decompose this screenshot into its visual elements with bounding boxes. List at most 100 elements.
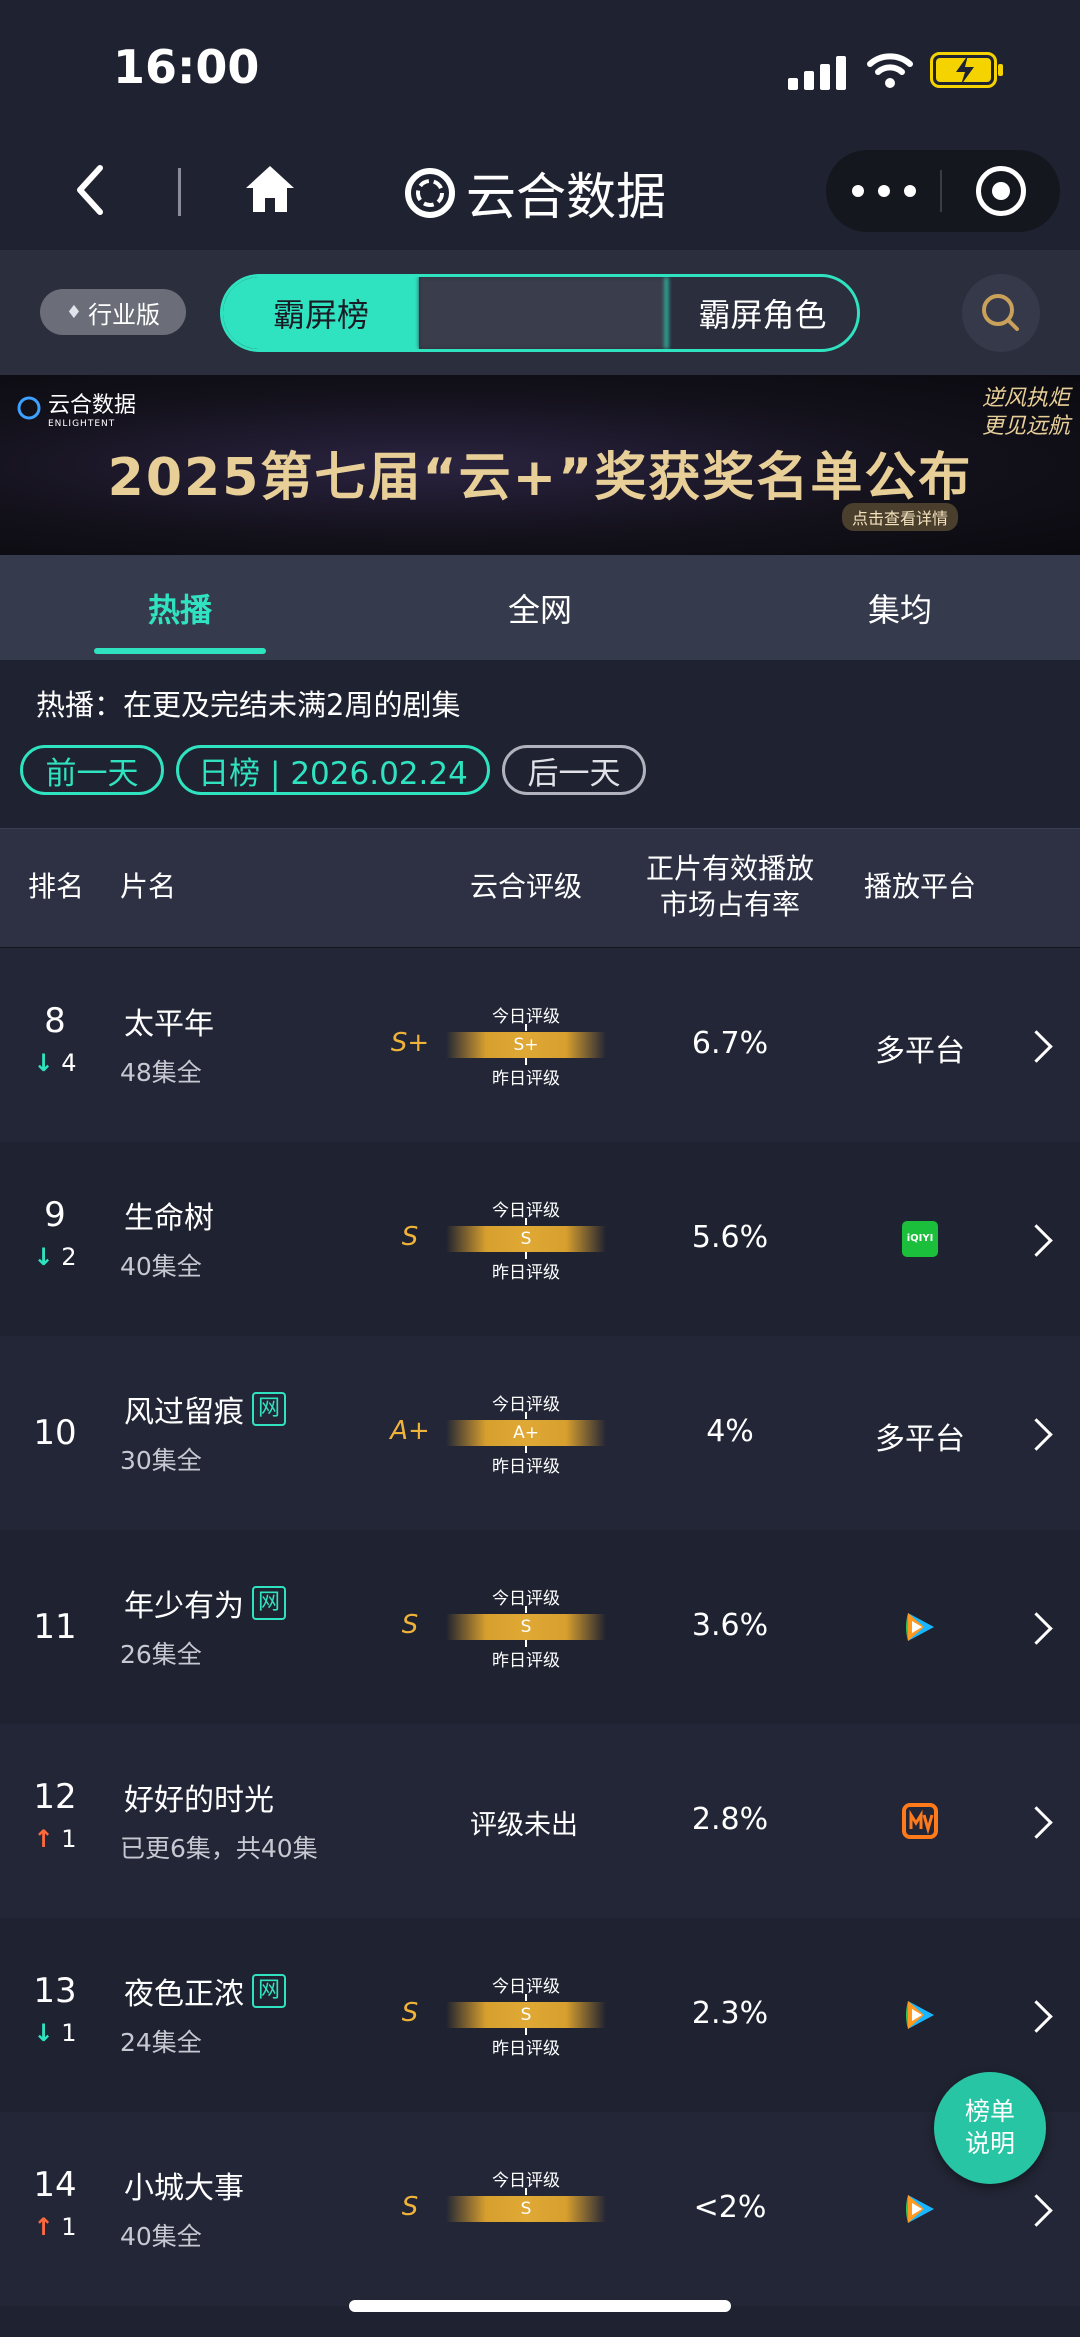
rank-change: ↓ 2	[0, 1243, 110, 1271]
mango-tv-icon	[902, 1803, 938, 1839]
arrow-up-icon: ↑	[33, 2213, 54, 2241]
rank-number: 14	[33, 2165, 77, 2205]
rating-indicator: 今日评级 S 昨日评级	[446, 1972, 606, 2062]
grade-label: A+	[390, 1416, 430, 1446]
rating-indicator: 今日评级 S 昨日评级	[446, 1584, 606, 1674]
more-icon[interactable]	[852, 168, 916, 214]
grade-label: S	[401, 2192, 419, 2222]
show-title: 生命树	[124, 1193, 214, 1237]
float-line1: 榜单	[964, 2097, 1015, 2126]
rating-bar-grade: A+	[513, 1423, 539, 1443]
rank-change: ↓ 4	[0, 1049, 110, 1077]
show-title-text: 好好的时光	[124, 1783, 274, 1818]
market-share: 4%	[706, 1414, 754, 1449]
signal-icon	[788, 56, 846, 90]
rating-tick	[525, 1024, 527, 1031]
rating-yesterday-label: 昨日评级	[492, 2039, 560, 2059]
web-drama-badge: 网	[252, 1974, 286, 2008]
tencent-video-icon	[906, 1613, 934, 1641]
home-icon[interactable]	[244, 164, 296, 214]
header-platform: 播放平台	[864, 870, 977, 903]
banner-brand-en: ENLIGHTENT	[48, 419, 116, 429]
app-title-text: 云合数据	[466, 168, 666, 226]
header-share: 正片有效播放 市场占有率	[640, 828, 820, 946]
rating-pending: 评级未出	[470, 1810, 578, 1841]
header-rating: 云合评级	[470, 870, 583, 903]
rating-tick	[525, 1606, 527, 1613]
rank-change-value: 4	[61, 1049, 77, 1077]
show-title: 好好的时光	[124, 1775, 274, 1819]
banner-slogan: 逆风执炬 更见远航	[981, 386, 1070, 439]
show-title: 年少有为网	[124, 1581, 286, 1625]
show-title: 夜色正浓网	[124, 1969, 286, 2013]
rating-indicator: 今日评级 A+ 昨日评级	[446, 1390, 606, 1480]
rating-indicator: 今日评级 S 昨日评级	[446, 1196, 606, 1286]
search-button[interactable]	[962, 274, 1040, 352]
banner-cta[interactable]: 点击查看详情	[842, 503, 959, 531]
episode-info: 24集全	[120, 2028, 202, 2057]
segment-blurred[interactable]	[419, 277, 668, 349]
promo-banner[interactable]: 云合数据 ENLIGHTENT 逆风执炬 更见远航 2025第七届“云+”奖获奖名…	[0, 375, 1080, 555]
list-explanation-button[interactable]: 榜单 说明	[934, 2072, 1046, 2184]
episode-info: 40集全	[120, 2222, 202, 2251]
rating-bar-grade: S	[520, 1617, 532, 1637]
grade-label: S	[401, 1222, 419, 1252]
tencent-video-icon	[906, 2001, 934, 2029]
iqiyi-icon: iQIYI	[902, 1221, 938, 1257]
prev-day-button[interactable]: 前一天	[20, 745, 164, 795]
market-share: 5.6%	[691, 1220, 769, 1255]
rating-bar-grade: S+	[513, 1035, 539, 1055]
episode-info: 30集全	[120, 1446, 202, 1475]
banner-logo-icon	[17, 396, 41, 420]
edition-badge[interactable]: ♦ 行业版	[40, 289, 186, 335]
tab-quanwang[interactable]: 全网	[450, 555, 630, 660]
rating-indicator: 今日评级 S	[446, 2166, 606, 2256]
rating-yesterday-label: 昨日评级	[492, 1069, 560, 1089]
segment-bapingjuese[interactable]: 霸屏角色	[668, 277, 857, 349]
rank-number: 11	[33, 1607, 77, 1647]
edition-label: 行业版	[88, 300, 161, 329]
show-title-text: 年少有为	[124, 1589, 244, 1624]
market-share: 6.7%	[691, 1026, 769, 1061]
arrow-up-icon: ↑	[33, 1825, 54, 1853]
show-title-text: 小城大事	[124, 2171, 244, 2206]
next-day-button[interactable]: 后一天	[502, 745, 646, 795]
rating-yesterday-label: 昨日评级	[492, 1457, 560, 1477]
rank-change-value: 1	[61, 2213, 77, 2241]
rating-yesterday-label: 昨日评级	[492, 1651, 560, 1671]
status-time: 16:00	[113, 40, 260, 94]
rank-change: ↑ 1	[0, 1825, 110, 1853]
tencent-video-icon	[906, 2195, 934, 2223]
market-share: <2%	[693, 2190, 767, 2225]
close-miniprogram-icon[interactable]	[976, 166, 1026, 216]
show-title-text: 风过留痕	[124, 1395, 244, 1430]
episode-info: 已更6集，共40集	[120, 1834, 318, 1863]
tab-jijun[interactable]: 集均	[810, 555, 990, 660]
rank-change-value: 1	[61, 1825, 77, 1853]
wifi-icon	[867, 53, 913, 88]
back-icon[interactable]	[70, 162, 110, 218]
date-selector[interactable]: 日榜 | 2026.02.24	[176, 745, 490, 795]
episode-info: 40集全	[120, 1252, 202, 1281]
platform-label: 多平台	[875, 1034, 965, 1069]
float-line2: 说明	[964, 2129, 1015, 2158]
search-icon	[982, 294, 1019, 331]
list-description: 热播：在更及完结未满2周的剧集	[36, 688, 461, 722]
arrow-down-icon: ↓	[33, 1049, 54, 1077]
app-title: 云合数据	[404, 158, 666, 228]
rank-change-value: 2	[61, 1243, 77, 1271]
arrow-down-icon: ↓	[33, 1243, 54, 1271]
banner-brand: 云合数据 ENLIGHTENT	[16, 387, 136, 429]
diamond-icon: ♦	[65, 301, 83, 323]
tab-rebo[interactable]: 热播	[90, 555, 270, 660]
market-share: 3.6%	[691, 1608, 769, 1643]
yunhe-logo-icon	[405, 168, 455, 218]
arrow-down-icon: ↓	[33, 2019, 54, 2047]
home-indicator[interactable]	[349, 2300, 731, 2312]
rating-tick	[525, 1218, 527, 1225]
segment-bapingbang[interactable]: 霸屏榜	[223, 277, 419, 349]
banner-title: 2025第七届“云+”奖获奖名单公布	[107, 448, 973, 508]
nav-divider	[178, 168, 181, 216]
episode-info: 48集全	[120, 1058, 202, 1087]
rank-number: 8	[44, 1001, 66, 1041]
